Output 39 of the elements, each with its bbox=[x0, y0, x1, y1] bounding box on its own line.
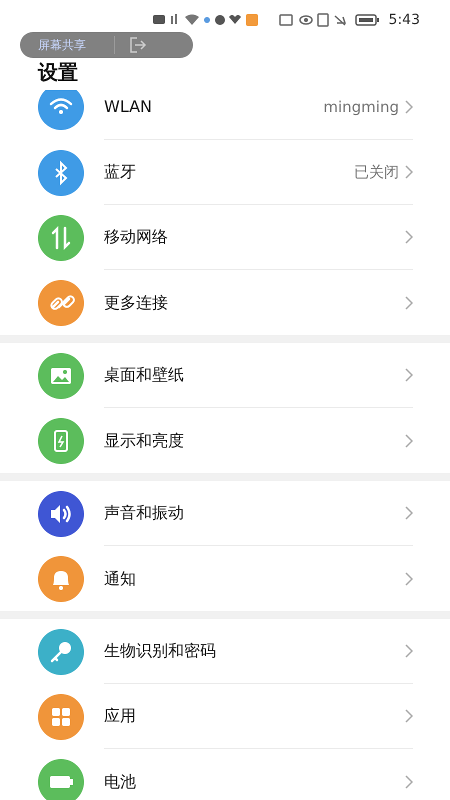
settings-row[interactable]: 更多连接 bbox=[0, 270, 450, 335]
settings-row[interactable]: 电池 bbox=[0, 749, 450, 800]
row-label: WLAN bbox=[104, 96, 152, 118]
screen-share-label: 屏幕共享 bbox=[38, 37, 86, 54]
settings-row[interactable]: 桌面和壁纸 bbox=[0, 343, 450, 408]
row-label: 声音和振动 bbox=[104, 502, 184, 524]
row-label: 生物识别和密码 bbox=[104, 640, 216, 662]
row-label: 通知 bbox=[104, 568, 136, 590]
chevron-icon bbox=[405, 506, 413, 520]
settings-row[interactable]: 声音和振动 bbox=[0, 481, 450, 546]
row-label: 电池 bbox=[104, 770, 136, 792]
row-label: 显示和亮度 bbox=[104, 430, 184, 452]
page-title: 设置 bbox=[38, 60, 78, 84]
row-value: mingming bbox=[323, 96, 399, 118]
chevron-icon bbox=[405, 644, 413, 658]
settings-row[interactable]: 通知 bbox=[0, 546, 450, 611]
status-time: 5:43 bbox=[388, 10, 420, 30]
settings-row[interactable]: WLAN mingming bbox=[0, 90, 450, 140]
row-value: 已关闭 bbox=[354, 162, 399, 183]
settings-row[interactable]: 移动网络 bbox=[0, 205, 450, 270]
chevron-icon bbox=[405, 572, 413, 586]
chevron-icon bbox=[405, 230, 413, 244]
exit-icon[interactable] bbox=[129, 37, 147, 53]
settings-row[interactable]: 显示和亮度 bbox=[0, 408, 450, 473]
chevron-icon bbox=[405, 296, 413, 310]
row-label: 更多连接 bbox=[104, 292, 168, 314]
settings-row[interactable]: 生物识别和密码 bbox=[0, 619, 450, 684]
chevron-icon bbox=[405, 709, 413, 723]
row-label: 桌面和壁纸 bbox=[104, 364, 184, 386]
chevron-icon bbox=[405, 100, 413, 114]
row-label: 蓝牙 bbox=[104, 161, 136, 183]
row-label: 移动网络 bbox=[104, 226, 168, 248]
chevron-icon bbox=[405, 774, 413, 788]
chevron-icon bbox=[405, 434, 413, 448]
chevron-icon bbox=[405, 368, 413, 382]
chevron-icon bbox=[405, 165, 413, 179]
settings-row[interactable]: 应用 bbox=[0, 684, 450, 749]
settings-row[interactable]: 蓝牙 已关闭 bbox=[0, 140, 450, 205]
row-label: 应用 bbox=[104, 705, 136, 727]
